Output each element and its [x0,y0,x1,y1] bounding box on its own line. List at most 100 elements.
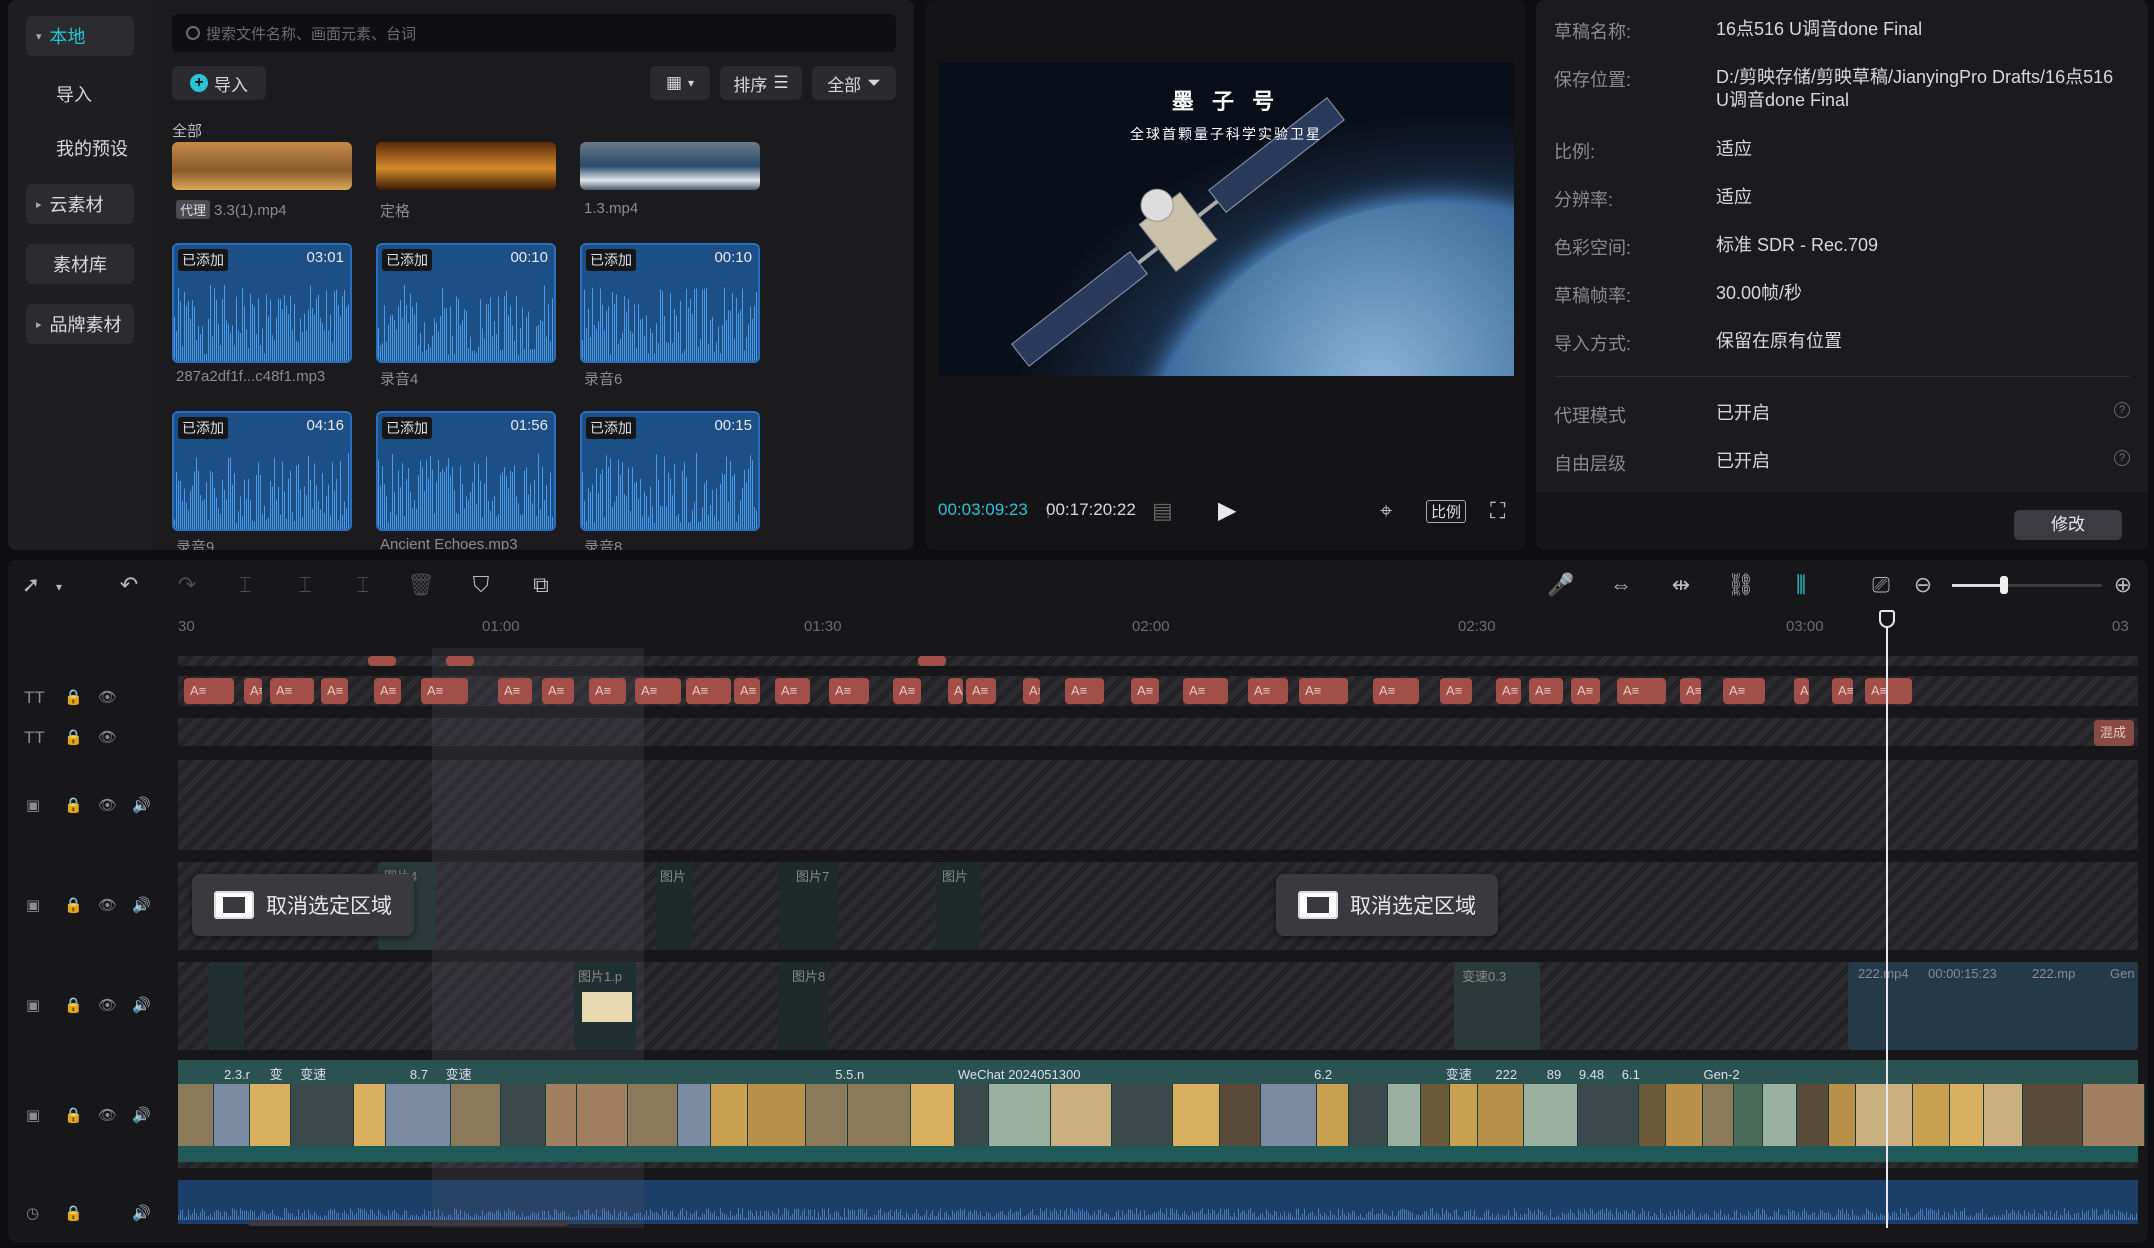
text-clip[interactable]: A≡ [966,678,996,704]
text-clip[interactable]: A≡ [1832,678,1853,704]
help-icon[interactable]: ? [2114,450,2130,466]
media-item-audio[interactable]: 已添加 00:15 [580,411,760,531]
filter-button[interactable]: 全部 ⏷ [812,66,896,100]
video-clip[interactable] [208,962,244,1050]
media-item-image[interactable] [172,142,352,190]
play-icon[interactable]: ▶ [1218,496,1236,525]
search-input[interactable]: 搜索文件名称、画面元素、台词 [172,14,896,52]
video-clip[interactable]: 图片1.p [574,962,636,1050]
video-clip-frame[interactable] [1984,1084,2023,1146]
text-clip[interactable]: A≡ [270,678,314,704]
eye-icon[interactable]: 👁 [98,996,117,1014]
text-clip[interactable]: A≡ [635,678,681,704]
deselect-region-button[interactable]: 取消选定区域 [1276,874,1498,936]
media-item-audio[interactable]: 已添加 00:10 [376,243,556,363]
video-clip-frame[interactable] [711,1084,748,1146]
text-clip[interactable]: A≡ [1065,678,1104,704]
video-clip-frame[interactable] [1703,1084,1734,1146]
sidebar-item-cloud[interactable]: ▸ 云素材 [26,184,134,224]
video-clip-frame[interactable] [911,1084,955,1146]
text-clip[interactable]: A≡ [829,678,869,704]
modify-button[interactable]: 修改 [2014,510,2122,540]
video-clip-frame[interactable] [1913,1084,1950,1146]
import-button[interactable]: + 导入 [172,66,266,100]
lock-icon[interactable]: 🔒 [64,796,83,814]
text-clip[interactable]: A≡ [244,678,262,704]
sidebar-item-library[interactable]: 素材库 [26,244,134,284]
video-clip-frame[interactable] [1578,1084,1639,1146]
text-clip[interactable] [368,656,396,666]
sidebar-item-local[interactable]: ▾ 本地 [26,16,134,56]
video-clip-frame[interactable] [386,1084,451,1146]
text-clip[interactable]: A≡ [1248,678,1288,704]
video-clip[interactable]: 图片 [656,862,692,950]
video-clip-frame[interactable] [806,1084,848,1146]
video-clip-frame[interactable] [955,1084,989,1146]
deselect-region-button[interactable]: 取消选定区域 [192,874,414,936]
lock-icon[interactable]: 🔒 [64,1204,83,1222]
text-clip[interactable]: A≡ [542,678,574,704]
video-clip-frame[interactable] [1317,1084,1349,1146]
playhead[interactable] [1886,612,1888,1228]
text-clip[interactable]: A≡ [775,678,810,704]
video-clip-frame[interactable] [214,1084,250,1146]
screenshot-icon[interactable]: ⌖ [1380,498,1392,524]
text-clip[interactable] [446,656,474,666]
text-clip[interactable]: A≡ [421,678,468,704]
video-clip-frame[interactable] [628,1084,678,1146]
speaker-icon[interactable]: 🔊 [132,796,151,814]
video-clip-frame[interactable] [1388,1084,1421,1146]
video-clip-frame[interactable] [1639,1084,1666,1146]
text-clip[interactable]: A≡ [1571,678,1600,704]
speaker-icon[interactable]: 🔊 [132,896,151,914]
video-clip-frame[interactable] [577,1084,628,1146]
eye-icon[interactable]: 👁 [98,1106,117,1124]
video-clip-frame[interactable] [1856,1084,1913,1146]
video-clip[interactable]: 222.mp4 00:00:15:23 222.mp Gen [1848,962,2138,1050]
video-clip-frame[interactable] [354,1084,386,1146]
video-clip-frame[interactable] [2083,1084,2145,1146]
video-clip[interactable]: 图片8 [778,962,828,1050]
video-clip-frame[interactable] [848,1084,911,1146]
eye-icon[interactable]: 👁 [98,796,117,814]
text-clip[interactable]: A≡ [1529,678,1563,704]
ratio-button[interactable]: 比例 [1426,500,1467,523]
text-clip[interactable]: A≡ [1183,678,1228,704]
speaker-icon[interactable]: 🔊 [132,1204,151,1222]
video-clip-frame[interactable] [2023,1084,2083,1146]
text-clip[interactable]: A≡ [374,678,401,704]
preview-video[interactable]: 墨 子 号 全球首颗量子科学实验卫星 [938,62,1514,376]
view-mode-button[interactable]: ▦ ▾ [650,66,710,100]
text-clip[interactable]: A≡ [1794,678,1809,704]
text-clip[interactable]: A≡ [1023,678,1040,704]
fullscreen-icon[interactable]: ⛶ [1490,498,1505,524]
video-clip-frame[interactable] [1734,1084,1763,1146]
video-clip-frame[interactable] [1421,1084,1450,1146]
video-clip-frame[interactable] [1220,1084,1261,1146]
video-clip-frame[interactable] [1524,1084,1578,1146]
text-clip[interactable]: A≡ [589,678,626,704]
video-clip-frame[interactable] [250,1084,291,1146]
video-clip-frame[interactable] [1112,1084,1173,1146]
timeline-scrollbar[interactable] [248,1220,568,1226]
text-clip[interactable]: 混成 [2094,720,2134,746]
video-clip-frame[interactable] [1666,1084,1703,1146]
video-clip-frame[interactable] [546,1084,577,1146]
text-clip[interactable]: A≡ [321,678,348,704]
text-clip[interactable]: A≡ [1373,678,1419,704]
text-clip[interactable]: A≡ [184,678,234,704]
video-clip-frame[interactable] [1051,1084,1112,1146]
video-clip-frame[interactable] [1261,1084,1317,1146]
video-clip-frame[interactable] [1450,1084,1478,1146]
lock-icon[interactable]: 🔒 [64,996,83,1014]
lock-icon[interactable]: 🔒 [64,896,83,914]
help-icon[interactable]: ? [2114,402,2130,418]
video-clip-frame[interactable] [178,1084,214,1146]
video-clip-frame[interactable] [1797,1084,1829,1146]
media-item-audio[interactable]: 已添加 03:01 [172,243,352,363]
speaker-icon[interactable]: 🔊 [132,1106,151,1124]
video-clip[interactable]: 图片7 [778,862,838,950]
text-clip[interactable]: A≡ [686,678,731,704]
video-clip[interactable]: 变速0.3 [1454,962,1540,1050]
media-item-audio[interactable]: 已添加 04:16 [172,411,352,531]
